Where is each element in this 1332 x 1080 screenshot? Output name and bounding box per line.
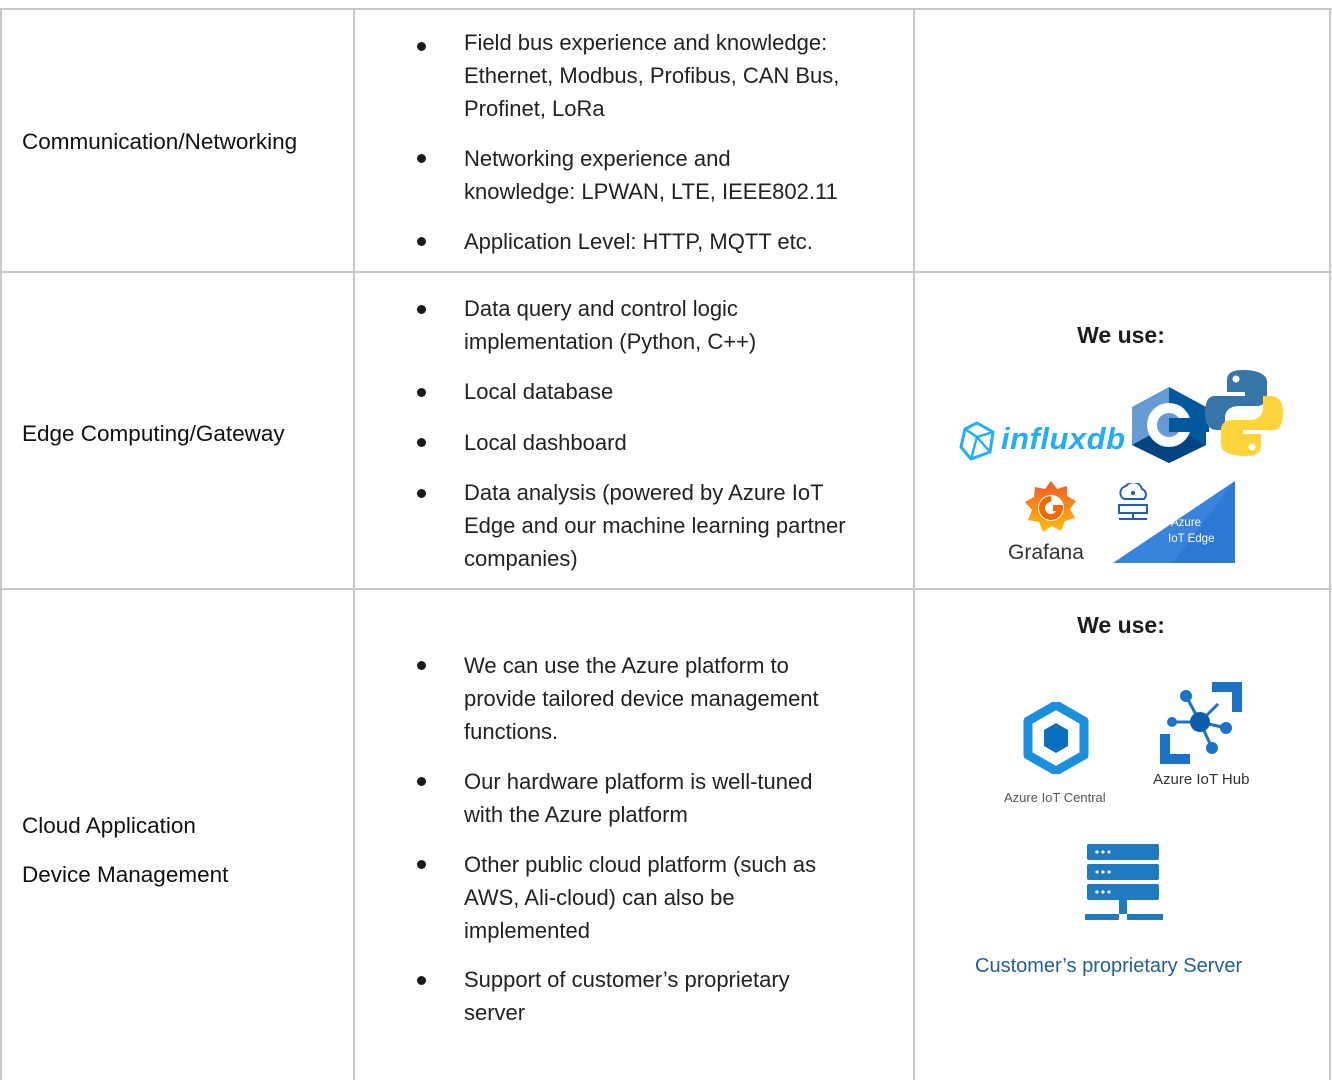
table-left-border (0, 8, 2, 1080)
bullet-dot (417, 976, 426, 985)
bullet-item: Data query and control logic implementat… (464, 296, 757, 354)
bullet-item: Local dashboard (464, 430, 627, 455)
bullet-item: We can use the Azure platform to provide… (464, 653, 819, 744)
bullet-item: Networking experience and knowledge: LPW… (464, 146, 838, 204)
bullet-dot (417, 42, 426, 51)
grafana-logo: Grafana (1005, 477, 1097, 567)
cloud-server-icon (1118, 483, 1148, 520)
cpp-hexagon-icon (1132, 387, 1209, 463)
server-rack-icon (1085, 844, 1163, 920)
bullet-dot (417, 237, 426, 246)
azure-edge-label-line2: IoT Edge (1168, 533, 1215, 545)
azure-iot-edge-logo: Azure IoT Edge (1113, 481, 1235, 563)
column-divider-2 (913, 8, 915, 1080)
bullet-item: Application Level: HTTP, MQTT etc. (464, 229, 813, 254)
grafana-swirl-icon (1025, 481, 1076, 532)
grafana-wordmark: Grafana (1008, 541, 1084, 564)
azure-iot-hub-label: Azure IoT Hub (1153, 771, 1250, 788)
azure-iot-hub-network-icon (1160, 682, 1242, 764)
row-divider-2 (0, 588, 1332, 590)
row-label-line: Cloud Application (22, 813, 196, 838)
python-snakes-icon (1205, 370, 1283, 456)
row-label-text: Edge Computing/Gateway (22, 421, 285, 446)
table-right-border (1329, 8, 1331, 1080)
bullet-dot (417, 777, 426, 786)
column-divider-1 (353, 8, 355, 1080)
table-top-border (0, 8, 1332, 10)
bullet-item: Data analysis (powered by Azure IoT Edge… (464, 480, 846, 571)
azure-iot-central-label: Azure IoT Central (1004, 790, 1106, 805)
bullet-dot (417, 661, 426, 670)
we-use-heading-edge: We use: (1077, 322, 1165, 348)
bullet-item: Local database (464, 379, 614, 404)
influxdb-wordmark: influxdb (1001, 421, 1126, 456)
proprietary-server-label: Customer’s proprietary Server (975, 955, 1243, 977)
we-use-heading-cloud: We use: (1077, 612, 1165, 638)
bullet-dot (417, 388, 426, 397)
cpp-logo (1126, 385, 1212, 465)
row-label-communication: Communication/Networking (22, 129, 297, 155)
bullet-item: Other public cloud platform (such as AWS… (464, 852, 817, 943)
row-label-cloud: Cloud Application Device Management (22, 801, 228, 899)
row-divider-1 (0, 271, 1332, 273)
bullet-dot (417, 154, 426, 163)
influxdb-logo: influxdb (957, 418, 1127, 462)
row-label-edge: Edge Computing/Gateway (22, 421, 285, 447)
row-label-line: Device Management (22, 862, 229, 887)
proprietary-server-logo (1080, 842, 1170, 926)
bullet-item: Support of customer’s proprietary server (464, 967, 790, 1025)
influxdb-cube-icon (959, 421, 995, 461)
bullet-dot (417, 489, 426, 498)
bullet-dot (417, 438, 426, 447)
azure-iot-central-hexagon-icon (1023, 702, 1089, 774)
row-label-text: Communication/Networking (22, 129, 298, 154)
azure-edge-label-line1: Azure (1171, 517, 1202, 529)
bullet-item: Field bus experience and knowledge: Ethe… (464, 30, 840, 121)
azure-iot-hub-logo: Azure IoT Hub (1150, 676, 1270, 792)
azure-iot-central-logo: Azure IoT Central (998, 702, 1118, 808)
bullet-dot (417, 860, 426, 869)
python-logo (1203, 368, 1285, 458)
bullet-item: Our hardware platform is well-tuned with… (464, 769, 813, 827)
bullet-dot (417, 305, 426, 314)
